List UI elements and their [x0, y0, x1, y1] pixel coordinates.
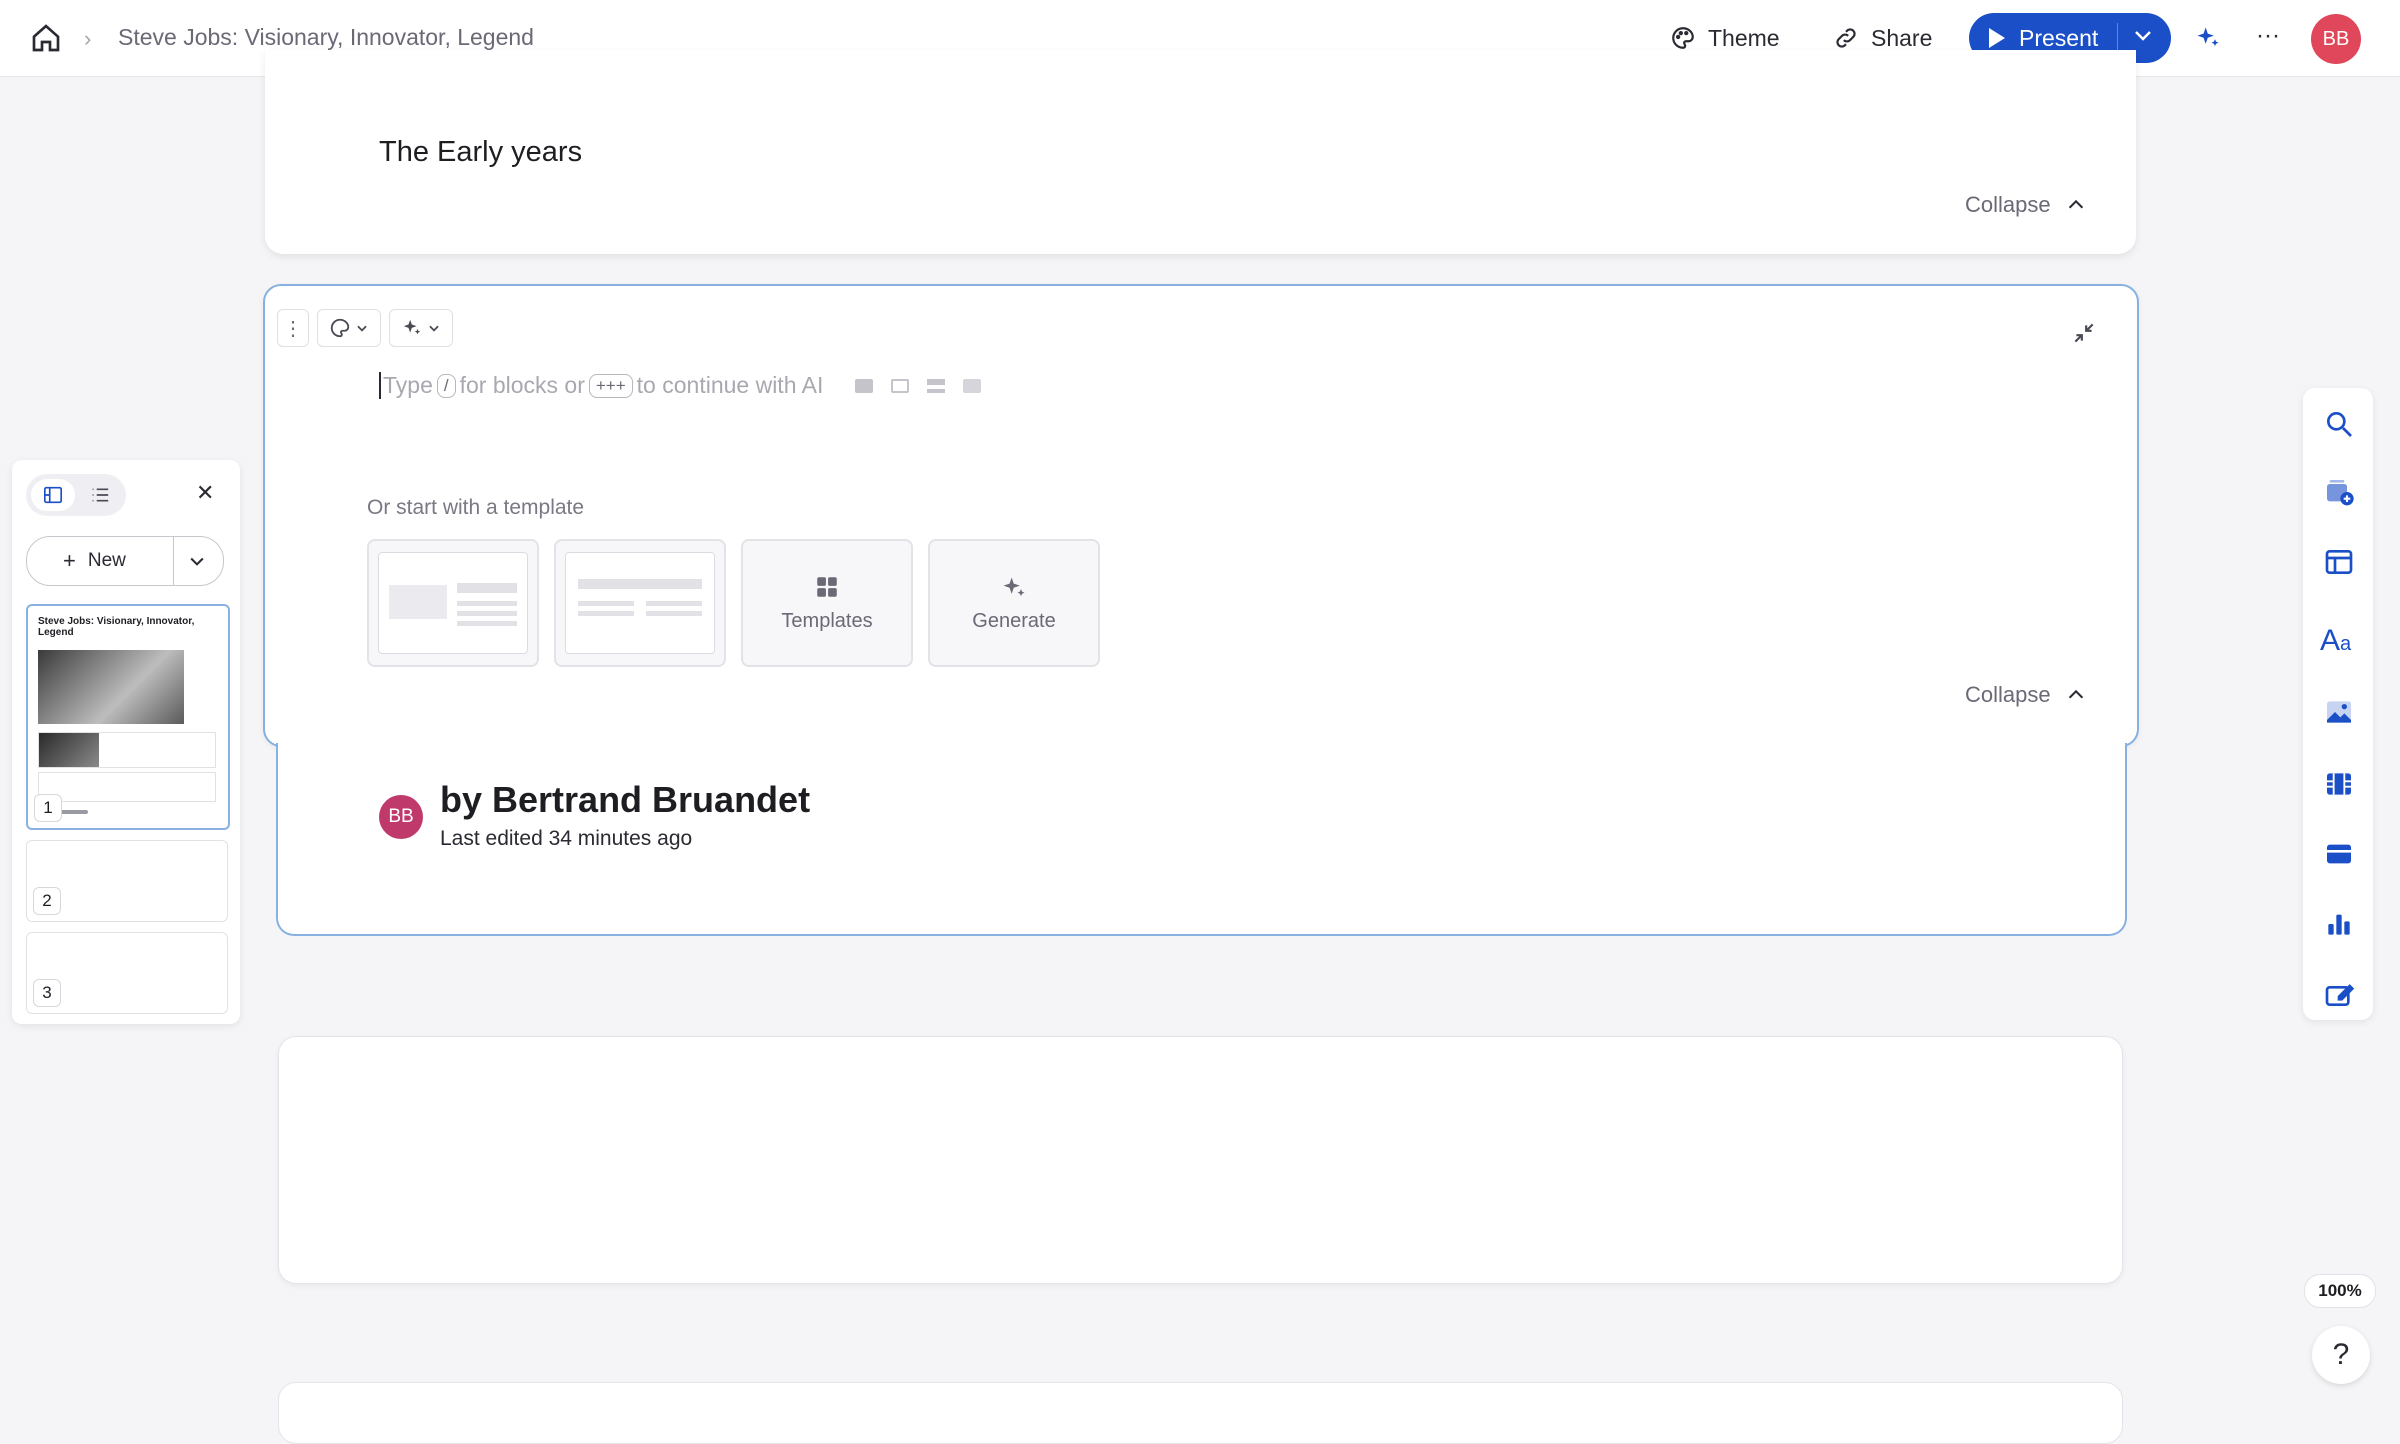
filmstrip-icon — [44, 486, 62, 504]
last-edited-text: Last edited 34 minutes ago — [440, 827, 693, 850]
chevron-down-icon — [357, 325, 367, 332]
card-ai-button[interactable] — [389, 309, 453, 347]
present-separator — [2117, 23, 2118, 53]
home-icon[interactable] — [30, 22, 62, 54]
insert-toolbar: Aa — [2303, 388, 2373, 1020]
chevron-down-icon — [429, 325, 439, 332]
card-author: BB by Bertrand Bruandet Last edited 34 m… — [276, 743, 2127, 936]
palette-icon — [330, 318, 350, 338]
slide-number: 2 — [33, 887, 61, 915]
share-label: Share — [1871, 24, 1933, 51]
view-toggle — [26, 474, 126, 516]
user-avatar[interactable]: BB — [2311, 14, 2361, 64]
insert-card-icon[interactable] — [963, 378, 982, 393]
card-early-years: The Early years Collapse — [265, 50, 2136, 254]
list-icon — [92, 488, 109, 502]
image-icon[interactable] — [2323, 696, 2355, 728]
plus-icon: + — [63, 548, 76, 573]
ai-sparkle-icon — [1003, 577, 1025, 596]
thumbnail-card — [38, 732, 216, 768]
theme-label: Theme — [1708, 24, 1780, 51]
template-image-left[interactable] — [367, 539, 539, 667]
insert-layout-icon[interactable] — [891, 378, 910, 393]
grid-icon — [817, 576, 837, 597]
minimize-card-icon[interactable] — [2071, 320, 2097, 346]
video-icon[interactable] — [2323, 768, 2355, 800]
slide-number: 3 — [33, 979, 61, 1007]
list-view-button[interactable] — [78, 479, 122, 511]
chart-icon[interactable] — [2323, 908, 2355, 940]
templates-button[interactable]: Templates — [741, 539, 913, 667]
thumbnail-photo — [38, 650, 184, 724]
slash-key-hint: / — [436, 373, 456, 398]
collapse-label: Collapse — [1965, 682, 2051, 707]
placeholder-text-2: for blocks or — [459, 372, 585, 398]
present-label: Present — [2019, 24, 2099, 51]
collapse-button[interactable]: Collapse — [1965, 192, 2087, 218]
new-label: New — [87, 550, 126, 571]
form-edit-icon[interactable] — [2323, 978, 2355, 1010]
link-icon — [1836, 28, 1856, 48]
card-empty-next[interactable] — [278, 1382, 2123, 1444]
slide-thumbnail-3[interactable]: 3 — [26, 932, 228, 1014]
close-icon[interactable]: ✕ — [196, 480, 214, 506]
image-placeholder-icon — [389, 585, 447, 619]
more-options-icon[interactable]: ··· — [2256, 22, 2280, 50]
thumbnail-card — [38, 772, 216, 802]
palette-icon — [1672, 27, 1694, 49]
card-empty[interactable] — [278, 1036, 2123, 1284]
breadcrumb-doc-title[interactable]: Steve Jobs: Visionary, Innovator, Legend — [118, 24, 534, 51]
zoom-level[interactable]: 100% — [2304, 1274, 2376, 1308]
thumbnail-title: Steve Jobs: Visionary, Innovator, Legend — [38, 616, 195, 638]
card-menu-handle[interactable]: ⋮ — [277, 309, 309, 347]
chevron-down-icon[interactable] — [187, 551, 207, 571]
collapse-label: Collapse — [1965, 192, 2051, 217]
slide-number: 1 — [34, 794, 62, 822]
insert-image-icon[interactable] — [855, 378, 874, 393]
chevron-down-icon[interactable] — [2131, 23, 2155, 47]
embed-icon[interactable] — [2323, 838, 2355, 870]
breadcrumb-chevron-icon: › — [84, 26, 92, 51]
chevron-up-icon — [2068, 199, 2083, 209]
template-two-columns[interactable] — [554, 539, 726, 667]
thumbnail-view-button[interactable] — [31, 479, 75, 511]
chevron-up-icon — [2068, 689, 2083, 699]
placeholder-text-1: Type — [383, 372, 433, 398]
slide-thumbnail-1[interactable]: Steve Jobs: Visionary, Innovator, Legend… — [26, 604, 230, 830]
card-style-button[interactable] — [317, 309, 381, 347]
card-editor-active: ⋮ Type / for blocks or +++ to continue w… — [263, 284, 2139, 747]
new-slide-button[interactable]: + New — [26, 536, 224, 586]
add-card-icon[interactable] — [2323, 476, 2355, 508]
layout-icon[interactable] — [2323, 546, 2355, 578]
help-button[interactable]: ? — [2312, 1326, 2370, 1384]
ai-sparkle-icon[interactable] — [2194, 24, 2222, 52]
template-prompt: Or start with a template — [367, 496, 585, 519]
generate-button[interactable]: Generate — [928, 539, 1100, 667]
author-avatar: BB — [379, 795, 423, 839]
collapse-button[interactable]: Collapse — [1965, 682, 2087, 708]
search-icon[interactable] — [2323, 408, 2355, 440]
play-icon — [1989, 28, 2005, 48]
text-style-icon[interactable]: Aa — [2320, 624, 2360, 657]
insert-columns-icon[interactable] — [927, 378, 946, 393]
editor-placeholder[interactable]: Type / for blocks or +++ to continue wit… — [379, 372, 982, 399]
slide-thumbnail-2[interactable]: 2 — [26, 840, 228, 922]
ai-sparkle-icon — [403, 319, 421, 335]
author-byline[interactable]: by Bertrand Bruandet — [440, 779, 810, 821]
generate-label: Generate — [972, 609, 1056, 632]
card-heading[interactable]: The Early years — [379, 136, 582, 169]
slides-panel: ✕ + New Steve Jobs: Visionary, Innovator… — [12, 460, 240, 1024]
plus-key-hint: +++ — [588, 373, 633, 398]
placeholder-text-3: to continue with AI — [636, 372, 824, 398]
templates-label: Templates — [781, 609, 873, 632]
